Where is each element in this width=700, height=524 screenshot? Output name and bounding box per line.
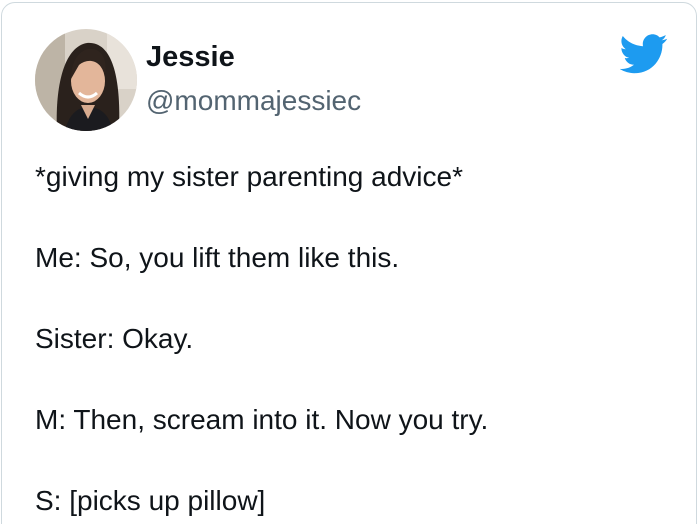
tweet-text-line: S: [picks up pillow]: [35, 485, 266, 516]
avatar[interactable]: [35, 29, 137, 131]
tweet-text-line: M: Then, scream into it. Now you try.: [35, 404, 489, 435]
avatar-photo: [35, 29, 137, 131]
display-name[interactable]: Jessie: [146, 41, 235, 74]
tweet-text-line: Me: So, you lift them like this.: [35, 242, 400, 273]
user-handle[interactable]: @mommajessiec: [146, 85, 361, 117]
twitter-bird-icon[interactable]: [620, 34, 668, 74]
tweet-text-line: Sister: Okay.: [35, 323, 194, 354]
tweet-card: Jessie @mommajessiec *giving my sister p…: [1, 2, 697, 524]
twitter-bird-icon-shape: [620, 34, 668, 74]
tweet-text-line: *giving my sister parenting advice*: [35, 161, 463, 192]
